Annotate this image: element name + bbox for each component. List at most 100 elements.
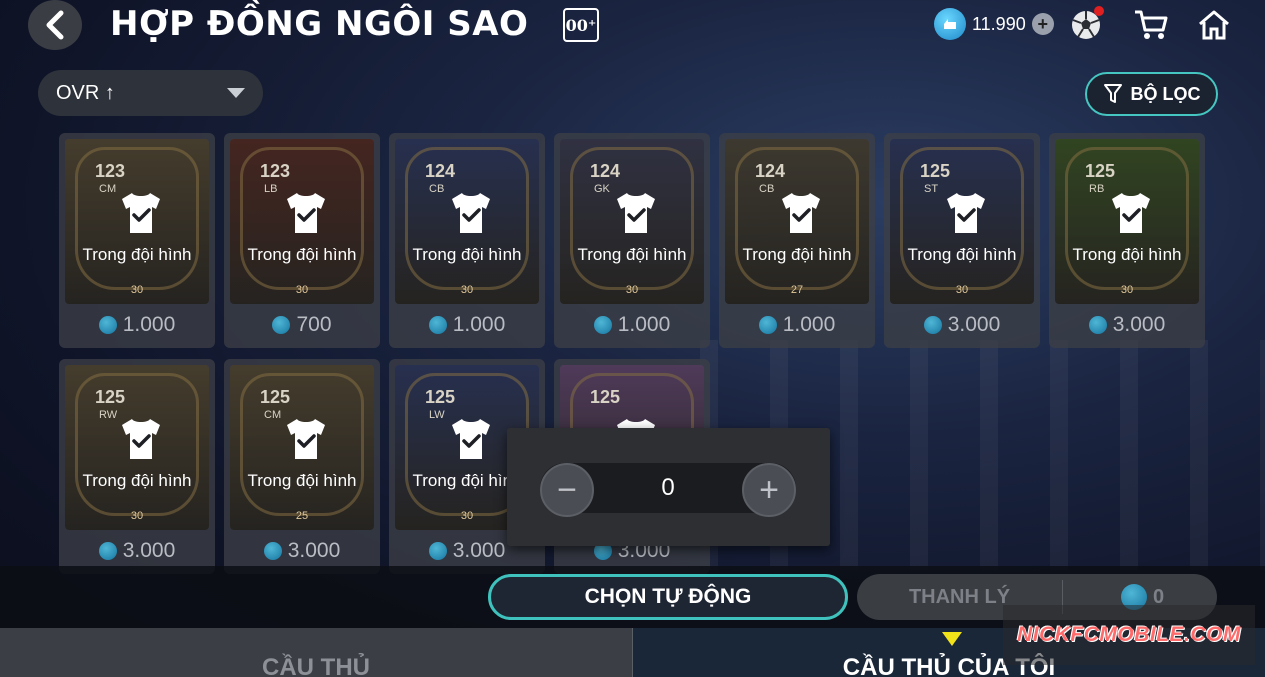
page-title: HỢP ĐỒNG NGÔI SAO — [110, 4, 529, 44]
card-level: 30 — [1120, 284, 1134, 296]
decrement-button[interactable]: − — [540, 463, 594, 517]
card-price-value: 1.000 — [617, 313, 671, 336]
active-tab-indicator — [942, 632, 962, 646]
player-card-art: 123 CM 30 — [65, 139, 209, 304]
card-status: Trong đội hình — [907, 245, 1017, 264]
card-price-value: 3.000 — [287, 539, 341, 562]
card-price: 3.000 — [59, 539, 215, 563]
card-status: Trong đội hình — [82, 245, 192, 264]
card-price: 700 — [224, 313, 380, 337]
card-price: 1.000 — [59, 313, 215, 337]
home-button[interactable] — [1194, 6, 1234, 44]
player-card[interactable]: 123 LB 30 Trong đội hình 700 — [224, 133, 380, 348]
card-position: LB — [264, 183, 278, 195]
card-level: 30 — [460, 510, 474, 522]
player-card[interactable]: 123 CM 30 Trong đội hình 1.000 — [59, 133, 215, 348]
fc-coin-icon — [934, 8, 966, 40]
shirt-check-icon — [1112, 193, 1150, 233]
card-level: 27 — [790, 284, 804, 296]
shirt-check-icon — [452, 419, 490, 459]
player-card[interactable]: 125 RW 30 Trong đội hình 3.000 — [59, 359, 215, 574]
card-position: GK — [594, 183, 610, 195]
card-status: Trong đội hình — [577, 245, 687, 264]
card-price-value: 1.000 — [122, 313, 176, 336]
card-ovr: 125 — [1085, 161, 1116, 181]
auto-select-button[interactable]: CHỌN TỰ ĐỘNG — [488, 574, 848, 620]
notification-dot — [1094, 6, 1104, 16]
player-card[interactable]: 125 RB 30 Trong đội hình 3.000 — [1049, 133, 1205, 348]
plus-icon: + — [759, 471, 779, 509]
player-card[interactable]: 124 CB 27 Trong đội hình 1.000 — [719, 133, 875, 348]
card-position: ST — [924, 183, 939, 195]
card-level: 30 — [130, 510, 144, 522]
player-card[interactable]: 125 ST 30 Trong đội hình 3.000 — [884, 133, 1040, 348]
shirt-check-icon — [617, 193, 655, 233]
currency-balance: 11.990 + — [934, 8, 1054, 40]
card-price-value: 3.000 — [122, 539, 176, 562]
quantity-value: 0 — [661, 474, 675, 501]
shirt-check-icon — [452, 193, 490, 233]
card-position: CM — [99, 183, 117, 195]
card-status: Trong đội hình — [412, 245, 522, 264]
player-card[interactable]: 124 CB 30 Trong đội hình 1.000 — [389, 133, 545, 348]
card-position: RB — [1089, 183, 1105, 195]
card-position: RW — [99, 409, 118, 421]
card-price-value: 1.000 — [452, 313, 506, 336]
card-ovr: 125 — [95, 387, 126, 407]
card-ovr: 125 — [590, 387, 621, 407]
card-level: 30 — [295, 284, 309, 296]
sort-dropdown[interactable]: OVR ↑ — [38, 70, 263, 116]
fc-coin-icon — [98, 542, 117, 560]
shirt-check-icon — [782, 193, 820, 233]
card-position: CB — [759, 183, 775, 195]
card-level: 30 — [955, 284, 969, 296]
player-card-art: 125 RW 30 — [65, 365, 209, 530]
card-price: 1.000 — [389, 313, 545, 337]
filter-button[interactable]: BỘ LỌC — [1085, 72, 1218, 116]
increment-button[interactable]: + — [742, 463, 796, 517]
card-price: 3.000 — [884, 313, 1040, 337]
fc-coin-icon — [428, 316, 447, 334]
watermark-text: NICKFCMOBILE.COM — [1017, 623, 1241, 646]
player-card-art: 125 CM 25 — [230, 365, 374, 530]
add-currency-button[interactable]: + — [1031, 13, 1054, 35]
player-card-art: 125 RB 30 — [1055, 139, 1199, 304]
player-card-art: 124 GK 30 — [560, 139, 704, 304]
ball-event-button[interactable] — [1066, 6, 1106, 44]
card-ovr: 123 — [260, 161, 291, 181]
fc-coin-icon — [1088, 316, 1107, 334]
card-status: Trong đội hình — [742, 245, 852, 264]
card-ovr: 124 — [425, 161, 456, 181]
card-price: 3.000 — [224, 539, 380, 563]
player-card-art: 124 CB 30 — [395, 139, 539, 304]
tab-players-label: CẦU THỦ — [262, 654, 370, 677]
card-level: 30 — [625, 284, 639, 296]
cart-icon — [1135, 10, 1168, 39]
player-card-art: 123 LB 30 — [230, 139, 374, 304]
quantity-popup: − 0 + — [507, 428, 830, 546]
card-status: Trong đội hình — [1072, 245, 1182, 264]
tab-players[interactable]: CẦU THỦ — [0, 628, 632, 677]
card-level: 25 — [295, 510, 309, 522]
card-price: 3.000 — [1049, 313, 1205, 337]
card-ovr: 125 — [920, 161, 951, 181]
card-position: CM — [264, 409, 282, 421]
player-card[interactable]: 124 GK 30 Trong đội hình 1.000 — [554, 133, 710, 348]
fc-coin-icon — [758, 316, 777, 334]
card-status: Trong đội hình — [247, 471, 357, 490]
filter-icon — [1103, 84, 1122, 103]
sort-label: OVR ↑ — [56, 81, 115, 104]
fc-coin-icon — [428, 542, 447, 560]
player-card[interactable]: 125 CM 25 Trong đội hình 3.000 — [224, 359, 380, 574]
shirt-check-icon — [287, 419, 325, 459]
card-price: 1.000 — [554, 313, 710, 337]
fc-coin-icon — [98, 316, 117, 334]
card-price-value: 1.000 — [782, 313, 836, 336]
shirt-check-icon — [947, 193, 985, 233]
fc-coin-icon — [593, 316, 612, 334]
fc-coin-icon — [263, 542, 282, 560]
shop-button[interactable] — [1131, 6, 1171, 44]
card-level: 30 — [130, 284, 144, 296]
player-card-art: 125 ST 30 — [890, 139, 1034, 304]
back-button[interactable] — [28, 0, 82, 50]
